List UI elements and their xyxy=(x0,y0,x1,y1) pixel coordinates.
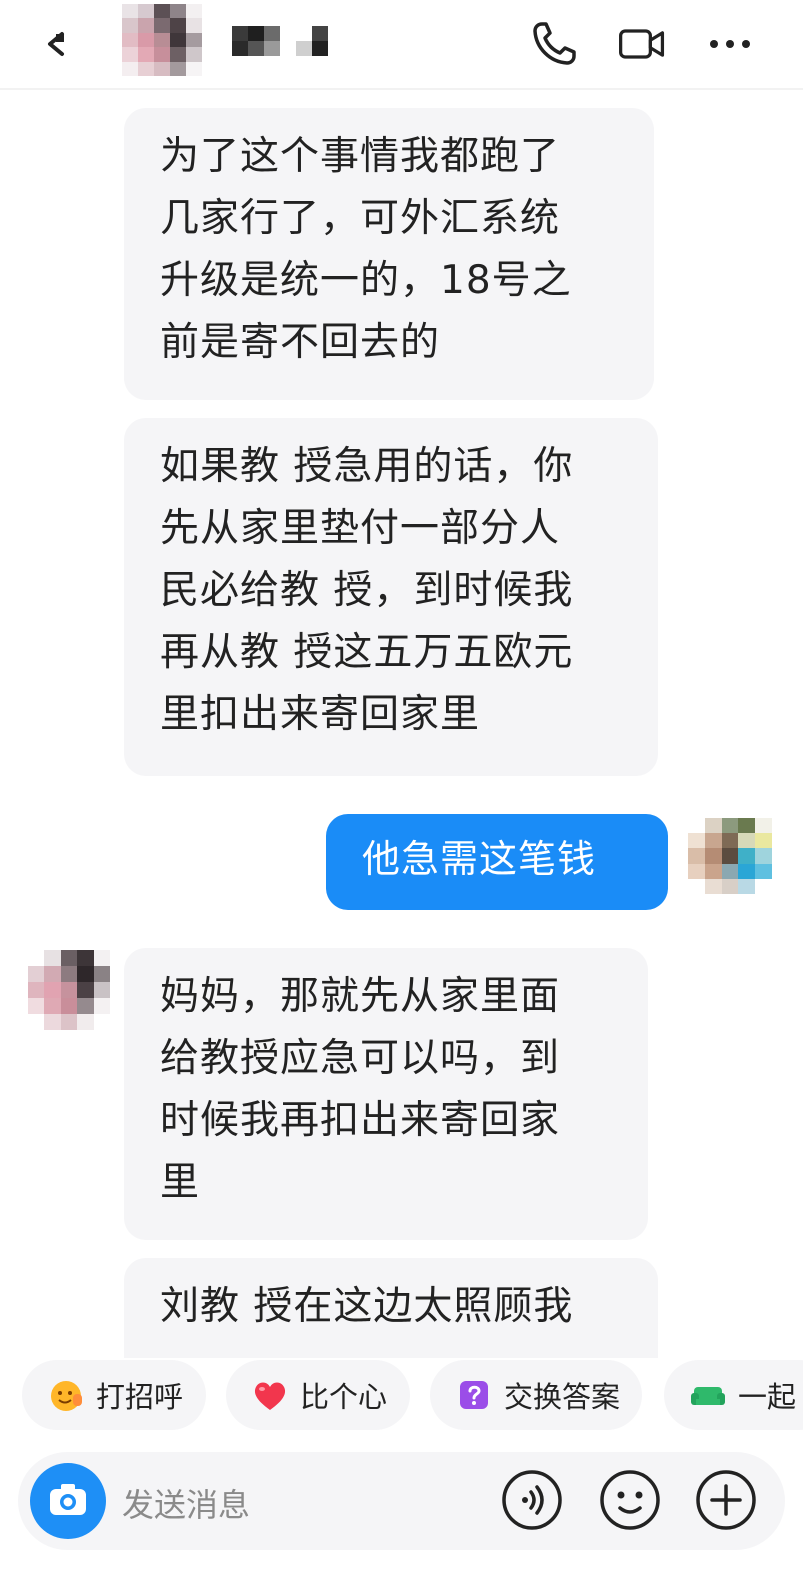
wave-emoji-icon xyxy=(51,1381,82,1411)
phone-icon[interactable] xyxy=(528,18,580,70)
back-arrow-icon[interactable] xyxy=(40,26,76,62)
chip-label: 打招呼 xyxy=(96,1380,184,1414)
camera-button[interactable] xyxy=(30,1463,106,1539)
message-bubble-incoming: 如果教 授急用的话，你 先从家里垫付一部分人 民必给教 授，到时候我 再从教 授… xyxy=(124,418,658,776)
quick-actions-row: 打招呼 比个心 交换答案 一起 xyxy=(0,1360,803,1432)
peer-avatar[interactable] xyxy=(122,4,202,76)
sofa-icon xyxy=(691,1387,725,1405)
heart-icon xyxy=(254,1382,286,1410)
message-bubble-outgoing: 他急需这笔钱 xyxy=(326,814,668,910)
question-box-icon xyxy=(460,1381,488,1409)
quick-action-together[interactable]: 一起 xyxy=(664,1360,803,1430)
header-divider xyxy=(0,88,803,90)
quick-action-greet[interactable]: 打招呼 xyxy=(22,1360,206,1430)
chip-label: 比个心 xyxy=(300,1380,388,1414)
video-camera-icon[interactable] xyxy=(616,18,668,70)
my-avatar[interactable] xyxy=(688,818,772,894)
message-bubble-incoming: 刘教 授在这边太照顾我 xyxy=(124,1258,658,1358)
peer-message-avatar[interactable] xyxy=(28,950,110,1030)
peer-name-redacted xyxy=(232,26,328,56)
plus-icon[interactable] xyxy=(694,1468,758,1532)
message-composer: 发送消息 xyxy=(18,1452,785,1550)
camera-icon xyxy=(50,1484,86,1515)
quick-action-exchange-answers[interactable]: 交换答案 xyxy=(430,1360,642,1430)
quick-action-heart[interactable]: 比个心 xyxy=(226,1360,410,1430)
voice-icon[interactable] xyxy=(500,1468,564,1532)
message-bubble-incoming: 为了这个事情我都跑了 几家行了，可外汇系统 升级是统一的，18号之 前是寄不回去… xyxy=(124,108,654,400)
chip-label: 交换答案 xyxy=(504,1380,621,1414)
chip-label: 一起 xyxy=(738,1380,797,1414)
message-bubble-incoming: 妈妈，那就先从家里面 给教授应急可以吗，到 时候我再扣出来寄回家 里 xyxy=(124,948,648,1240)
message-input[interactable]: 发送消息 xyxy=(122,1480,250,1526)
more-dots-icon[interactable] xyxy=(704,18,756,70)
emoji-icon[interactable] xyxy=(598,1468,662,1532)
chat-header xyxy=(0,0,803,88)
